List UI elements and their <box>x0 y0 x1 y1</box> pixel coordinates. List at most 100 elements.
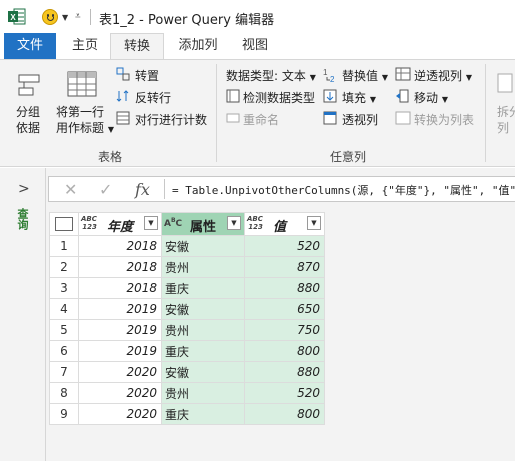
first-row-label-line1: 将第一行 <box>56 105 105 119</box>
cell-value[interactable]: 750 <box>244 319 325 341</box>
chevron-right-icon[interactable]: > <box>18 181 30 197</box>
cell-value[interactable]: 880 <box>244 361 325 383</box>
cell-year[interactable]: 2018 <box>78 235 162 257</box>
row-number[interactable]: 1 <box>49 235 79 257</box>
unpivot-columns-dropdown[interactable]: 逆透视列 ▼ <box>414 67 472 84</box>
cell-value[interactable]: 520 <box>244 382 325 404</box>
cell-attribute[interactable]: 贵州 <box>161 319 245 341</box>
use-first-row-as-headers-button[interactable]: 将第一行 用作标题 ▼ <box>56 104 114 138</box>
chevron-down-icon: ▼ <box>441 95 448 104</box>
cell-value[interactable]: 800 <box>244 403 325 425</box>
svg-text:1: 1 <box>323 68 328 77</box>
any-type-icon: ABC 123 <box>81 215 97 231</box>
formula-input[interactable]: = Table.UnpivotOtherColumns(源, {"年度"}, "… <box>172 182 515 198</box>
chevron-down-icon: ▼ <box>369 95 376 104</box>
data-grid: ABC 123 年度 ▼ ABC 属性 ▼ ABC 123 值 ▼ 1 2018… <box>49 212 325 425</box>
excel-icon[interactable]: X <box>8 8 26 25</box>
confirm-icon[interactable]: ✓ <box>99 180 112 199</box>
header-row: ABC 123 年度 ▼ ABC 属性 ▼ ABC 123 值 ▼ <box>49 212 325 236</box>
table-headers-icon <box>67 71 97 97</box>
replace-values-dropdown[interactable]: 替换值 ▼ <box>342 67 388 84</box>
split-column-button[interactable]: 拆分 列 <box>497 104 515 136</box>
filter-dropdown-icon[interactable]: ▼ <box>307 216 321 230</box>
cell-value[interactable]: 800 <box>244 340 325 362</box>
cell-year[interactable]: 2018 <box>78 277 162 299</box>
cell-value[interactable]: 880 <box>244 277 325 299</box>
cell-attribute[interactable]: 重庆 <box>161 403 245 425</box>
rename-icon <box>226 113 240 123</box>
detect-data-type-button[interactable]: 检测数据类型 <box>243 89 315 106</box>
cell-year[interactable]: 2020 <box>78 403 162 425</box>
tab-home[interactable]: 主页 <box>62 33 108 60</box>
transpose-button[interactable]: 转置 <box>135 67 159 84</box>
replace-values-label: 替换值 <box>342 69 379 83</box>
cell-attribute[interactable]: 重庆 <box>161 340 245 362</box>
chevron-down-icon: ▼ <box>465 73 472 82</box>
split-label-line1: 拆分 <box>497 105 515 119</box>
cell-year[interactable]: 2019 <box>78 298 162 320</box>
row-number[interactable]: 9 <box>49 403 79 425</box>
row-number[interactable]: 6 <box>49 340 79 362</box>
column-header-year[interactable]: ABC 123 年度 ▼ <box>78 212 162 236</box>
fill-down-icon <box>323 89 337 103</box>
row-number[interactable]: 5 <box>49 319 79 341</box>
convert-to-list-button[interactable]: 转换为列表 <box>414 111 474 128</box>
row-number[interactable]: 8 <box>49 382 79 404</box>
table-row: 5 2019 贵州 750 <box>49 319 325 341</box>
tab-add-column[interactable]: 添加列 <box>168 33 228 60</box>
cell-attribute[interactable]: 安徽 <box>161 235 245 257</box>
cell-year[interactable]: 2019 <box>78 340 162 362</box>
divider <box>485 64 486 162</box>
cell-attribute[interactable]: 重庆 <box>161 277 245 299</box>
cell-attribute[interactable]: 安徽 <box>161 361 245 383</box>
move-dropdown[interactable]: 移动 ▼ <box>414 89 448 106</box>
feedback-smiley-icon[interactable] <box>42 9 58 25</box>
row-number[interactable]: 2 <box>49 256 79 278</box>
cell-year[interactable]: 2020 <box>78 361 162 383</box>
table-row: 9 2020 重庆 800 <box>49 403 325 425</box>
data-type-dropdown[interactable]: 数据类型: 文本 ▼ <box>226 67 316 84</box>
cancel-icon[interactable]: ✕ <box>64 180 77 199</box>
table-row: 8 2020 贵州 520 <box>49 382 325 404</box>
row-number[interactable]: 4 <box>49 298 79 320</box>
filter-dropdown-icon[interactable]: ▼ <box>144 216 158 230</box>
cell-value[interactable]: 650 <box>244 298 325 320</box>
rename-button[interactable]: 重命名 <box>243 111 279 128</box>
column-header-value[interactable]: ABC 123 值 ▼ <box>244 212 325 236</box>
data-type-label: 数据类型: 文本 <box>226 69 306 83</box>
column-header-attribute[interactable]: ABC 属性 ▼ <box>161 212 245 236</box>
move-icon <box>396 89 409 103</box>
queries-pane-label[interactable]: 查询 <box>14 208 30 230</box>
cell-value[interactable]: 520 <box>244 235 325 257</box>
divider <box>216 64 217 162</box>
cell-value[interactable]: 870 <box>244 256 325 278</box>
filter-dropdown-icon[interactable]: ▼ <box>227 216 241 230</box>
group-by-button[interactable]: 分组 依据 <box>16 104 40 136</box>
cell-attribute[interactable]: 贵州 <box>161 256 245 278</box>
row-number[interactable]: 7 <box>49 361 79 383</box>
row-number[interactable]: 3 <box>49 277 79 299</box>
unpivot-columns-label: 逆透视列 <box>414 69 463 83</box>
cell-attribute[interactable]: 安徽 <box>161 298 245 320</box>
table-menu-cell[interactable] <box>49 212 79 236</box>
chevron-down-icon: ▼ <box>381 73 388 82</box>
fill-dropdown[interactable]: 填充 ▼ <box>342 89 376 106</box>
chevron-down-icon[interactable]: ▼ <box>62 13 68 22</box>
title-bar: X ▼ ⩡ 表1_2 - Power Query 编辑器 <box>0 0 515 33</box>
tab-file[interactable]: 文件 <box>4 33 56 60</box>
cell-year[interactable]: 2019 <box>78 319 162 341</box>
tab-view[interactable]: 视图 <box>232 33 278 60</box>
table-icon[interactable] <box>55 217 73 231</box>
pivot-column-button[interactable]: 透视列 <box>342 111 378 128</box>
reverse-rows-button[interactable]: 反转行 <box>135 89 171 106</box>
count-rows-button[interactable]: 对行进行计数 <box>135 111 207 128</box>
cell-year[interactable]: 2018 <box>78 256 162 278</box>
cell-year[interactable]: 2020 <box>78 382 162 404</box>
customize-toolbar-icon[interactable]: ⩡ <box>75 11 81 22</box>
tab-transform[interactable]: 转换 <box>110 33 164 60</box>
fx-icon[interactable]: fx <box>135 180 150 199</box>
ribbon-tabs: 文件 主页 转换 添加列 视图 <box>0 33 515 60</box>
chevron-down-icon: ▼ <box>107 125 114 134</box>
cell-attribute[interactable]: 贵州 <box>161 382 245 404</box>
replace-values-icon: 1 2 <box>323 68 335 83</box>
